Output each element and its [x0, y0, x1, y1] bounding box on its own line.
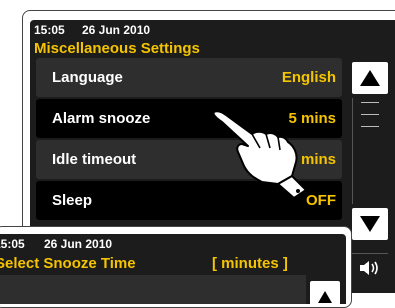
menu-item-label: Alarm snooze	[52, 110, 151, 127]
volume-button[interactable]	[352, 253, 388, 282]
clock-time: 15:05	[34, 23, 65, 37]
page-title: Miscellaneous Settings	[34, 40, 200, 57]
popup-title-text: Select Snooze Time	[0, 255, 136, 272]
popup-status-bar: 15:05 26 Jun 2010	[0, 234, 346, 255]
pointing-hand-icon	[212, 110, 307, 198]
speaker-icon	[360, 261, 378, 275]
triangle-up-icon	[360, 70, 380, 86]
triangle-down-icon	[360, 216, 380, 232]
menu-item-label: Idle timeout	[52, 151, 137, 168]
scroll-up-button[interactable]	[352, 62, 388, 94]
scrollbar-track[interactable]	[352, 98, 389, 204]
snooze-popup-screen: 15:05 26 Jun 2010 Select Snooze Time [ m…	[0, 234, 346, 304]
menu-item-label: Sleep	[52, 192, 93, 209]
scroll-down-button[interactable]	[352, 208, 388, 240]
popup-clock-time: 15:05	[0, 237, 25, 251]
popup-title-unit: [ minutes ]	[212, 255, 288, 272]
popup-list-item[interactable]	[0, 275, 306, 304]
scrollbar-thumb[interactable]	[361, 102, 379, 128]
clock-date: 26 Jun 2010	[82, 23, 151, 37]
menu-item-label: Language	[52, 69, 123, 86]
popup-title: Select Snooze Time [ minutes ]	[0, 255, 346, 273]
popup-clock-date: 26 Jun 2010	[44, 237, 113, 251]
menu-item-value: English	[281, 69, 336, 86]
status-bar: 15:05 26 Jun 2010	[30, 20, 395, 41]
menu-item-language[interactable]: Language English	[36, 58, 342, 97]
